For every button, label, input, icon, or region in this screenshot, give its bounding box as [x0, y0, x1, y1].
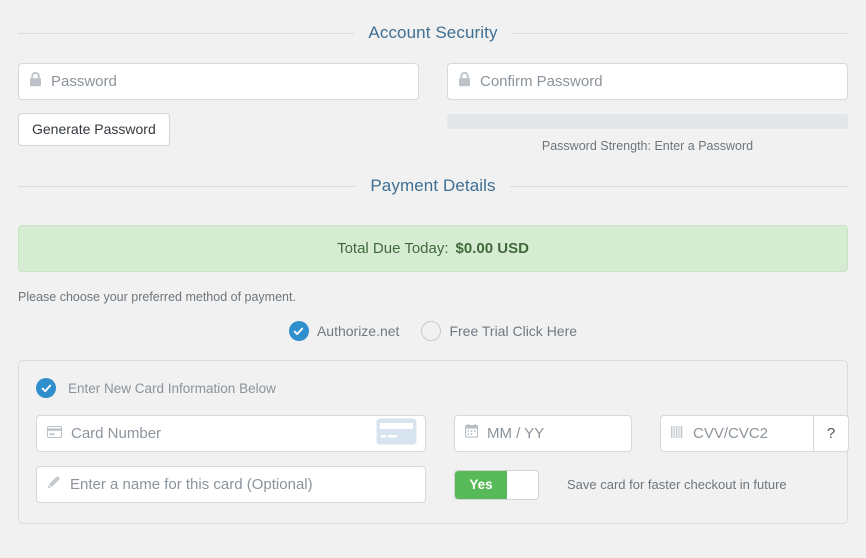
payment-details-legend: Payment Details — [0, 176, 866, 196]
radio-unselected-icon[interactable] — [421, 321, 442, 341]
card-entry-row: Card Number MM / YY CVV/CVC2 ? — [36, 415, 849, 452]
card-number-placeholder: Card Number — [71, 425, 162, 442]
card-name-row: Enter a name for this card (Optional) Ye… — [36, 466, 830, 503]
card-name-placeholder: Enter a name for this card (Optional) — [70, 476, 313, 493]
legend-rule-right — [511, 32, 849, 34]
confirm-password-field[interactable]: Confirm Password — [447, 63, 848, 100]
card-name-field[interactable]: Enter a name for this card (Optional) — [36, 466, 426, 503]
radio-selected-icon[interactable] — [288, 321, 309, 341]
legend-rule-left — [18, 185, 357, 187]
save-card-label: Save card for faster checkout in future — [567, 477, 787, 492]
total-due-amount: $0.00 USD — [455, 240, 529, 257]
lock-icon — [29, 71, 42, 92]
account-security-legend: Account Security — [0, 23, 866, 43]
calendar-icon — [464, 424, 479, 443]
total-due-banner: Total Due Today: $0.00 USD — [18, 225, 848, 272]
new-card-panel-header[interactable]: Enter New Card Information Below — [36, 378, 830, 398]
expiry-placeholder: MM / YY — [487, 425, 545, 442]
password-column: Password Generate Password — [18, 63, 419, 153]
expiry-wrapper: MM / YY — [454, 415, 632, 452]
password-placeholder: Password — [51, 73, 117, 90]
card-number-wrapper: Card Number — [36, 415, 426, 452]
cvv-wrapper: CVV/CVC2 ? — [660, 415, 849, 452]
expiry-field[interactable]: MM / YY — [454, 415, 632, 452]
pencil-icon — [47, 475, 61, 494]
confirm-password-column: Confirm Password Password Strength: Ente… — [447, 63, 848, 153]
cvv-field[interactable]: CVV/CVC2 — [660, 415, 814, 452]
legend-rule-left — [18, 32, 355, 34]
new-card-panel-heading: Enter New Card Information Below — [68, 380, 276, 396]
signup-checkout-form: Account Security Password Generate Passw… — [0, 23, 866, 558]
password-strength-label: Password Strength: Enter a Password — [541, 139, 754, 153]
payment-method-free-trial[interactable]: Free Trial Click Here — [421, 321, 577, 341]
account-security-title: Account Security — [368, 23, 498, 42]
save-card-toggle[interactable]: Yes — [454, 469, 539, 500]
payment-method-label: Free Trial Click Here — [449, 323, 578, 339]
lock-icon — [458, 71, 471, 92]
confirm-password-placeholder: Confirm Password — [480, 73, 603, 90]
save-card-toggle-state[interactable]: Yes — [455, 470, 507, 499]
credit-card-icon — [47, 425, 62, 443]
card-number-field[interactable]: Card Number — [36, 415, 426, 452]
save-card-toggle-knob[interactable] — [507, 470, 538, 499]
check-icon — [294, 327, 304, 335]
payment-method-radio-group: Authorize.net Free Trial Click Here — [0, 321, 866, 341]
payment-method-authorize-net[interactable]: Authorize.net — [288, 321, 400, 341]
payment-helper-text: Please choose your preferred method of p… — [18, 290, 296, 304]
password-field[interactable]: Password — [18, 63, 419, 100]
password-strength-wrap: Password Strength: Enter a Password — [447, 114, 848, 153]
payment-method-label: Authorize.net — [316, 323, 400, 339]
payment-details-title: Payment Details — [370, 176, 496, 195]
barcode-icon — [671, 425, 684, 443]
new-card-panel: Enter New Card Information Below Card Nu… — [18, 360, 849, 524]
legend-rule-right — [509, 185, 848, 187]
generate-password-button[interactable]: Generate Password — [18, 113, 170, 146]
total-due-label: Total Due Today: — [337, 240, 449, 257]
check-icon — [41, 384, 51, 392]
card-option-selected-icon[interactable] — [36, 378, 56, 398]
cvv-placeholder: CVV/CVC2 — [693, 425, 769, 442]
cvv-help-button[interactable]: ? — [814, 415, 849, 452]
card-brand-icon — [376, 418, 417, 450]
password-row: Password Generate Password Confirm Passw… — [0, 63, 866, 153]
card-name-wrapper: Enter a name for this card (Optional) — [36, 466, 426, 503]
password-strength-bar — [447, 114, 848, 129]
